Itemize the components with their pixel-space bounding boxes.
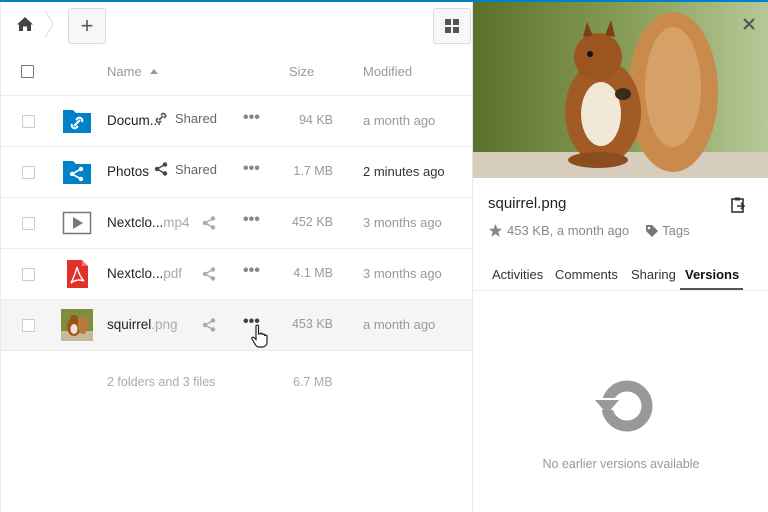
grid-view-icon: [445, 19, 459, 33]
share-label: Shared: [175, 161, 217, 177]
more-actions-button[interactable]: •••: [243, 263, 260, 279]
file-modified: 3 months ago: [363, 266, 442, 281]
table-row[interactable]: Nextclo...mp4 ••• 452 KB 3 months ago: [1, 198, 473, 249]
clipboard-icon[interactable]: [729, 196, 747, 214]
close-icon[interactable]: [739, 14, 759, 34]
select-all-checkbox[interactable]: [21, 65, 34, 78]
share-icon[interactable]: [201, 215, 217, 231]
more-actions-button[interactable]: •••: [243, 161, 260, 177]
column-header-modified[interactable]: Modified: [363, 64, 412, 79]
share-icon[interactable]: [201, 317, 217, 333]
file-modified: 2 minutes ago: [363, 164, 445, 179]
grid-view-button[interactable]: [433, 8, 471, 44]
image-thumbnail: [61, 309, 93, 341]
file-modified: 3 months ago: [363, 215, 442, 230]
file-size: 4.1 MB: [293, 266, 333, 280]
more-actions-button[interactable]: •••: [243, 110, 260, 126]
details-sidebar: squirrel.png 453 KB, a month ago Tags Ac…: [472, 2, 768, 512]
empty-versions-message: No earlier versions available: [542, 457, 700, 471]
table-row[interactable]: Photos Shared ••• 1.7 MB 2 minutes ago: [1, 147, 473, 198]
home-icon[interactable]: [16, 15, 34, 33]
new-file-button[interactable]: +: [68, 8, 106, 44]
file-meta: 453 KB, a month ago Tags: [488, 223, 690, 238]
link-icon: [155, 112, 167, 124]
star-icon[interactable]: [488, 223, 503, 238]
column-header-size[interactable]: Size: [289, 64, 314, 79]
file-list-panel: + Name Size Modified Docum... Shared •••…: [0, 2, 473, 512]
tab-versions[interactable]: Versions: [685, 267, 739, 282]
tag-icon: [646, 224, 659, 237]
more-actions-button[interactable]: •••: [243, 212, 260, 228]
tab-comments[interactable]: Comments: [555, 267, 618, 282]
pdf-file-icon: [67, 260, 88, 288]
folder-shared-icon: [63, 161, 91, 184]
file-name[interactable]: squirrel.png: [107, 317, 178, 332]
table-row[interactable]: Nextclo...pdf ••• 4.1 MB 3 months ago: [1, 249, 473, 300]
file-size: 452 KB: [291, 215, 333, 229]
history-icon: [595, 380, 653, 432]
sort-ascending-icon: [149, 69, 158, 74]
file-size: 1.7 MB: [293, 164, 333, 178]
breadcrumb-separator-icon: [44, 9, 54, 39]
share-status[interactable]: Shared: [153, 161, 217, 177]
tags-button[interactable]: Tags: [645, 223, 690, 238]
row-checkbox[interactable]: [22, 319, 35, 332]
tab-sharing[interactable]: Sharing: [631, 267, 676, 282]
file-name[interactable]: Photos: [107, 164, 149, 179]
file-list-header: Name Size Modified: [1, 46, 473, 96]
file-modified: a month ago: [363, 113, 436, 128]
sidebar-file-name: squirrel.png: [488, 195, 567, 212]
column-header-name[interactable]: Name: [107, 64, 158, 79]
folder-link-icon: [63, 110, 91, 133]
row-checkbox[interactable]: [22, 217, 35, 230]
file-size: 94 KB: [298, 113, 333, 127]
share-status[interactable]: Shared: [153, 110, 217, 126]
row-checkbox[interactable]: [22, 268, 35, 281]
tabs-divider: [473, 290, 768, 291]
tags-label: Tags: [662, 223, 690, 238]
sidebar-tabs: Activities Comments Sharing Versions: [473, 264, 768, 292]
hand-cursor-icon: [251, 324, 268, 348]
table-row[interactable]: Docum... Shared ••• 94 KB a month ago: [1, 96, 473, 147]
row-checkbox[interactable]: [22, 115, 35, 128]
file-name[interactable]: Nextclo...mp4: [107, 215, 190, 230]
image-preview: [473, 2, 768, 178]
share-icon[interactable]: [201, 266, 217, 282]
breadcrumb: +: [1, 2, 473, 46]
total-size: 6.7 MB: [293, 375, 333, 389]
share-icon: [154, 162, 168, 176]
file-name[interactable]: Nextclo...pdf: [107, 266, 182, 281]
video-file-icon: [62, 211, 92, 235]
row-checkbox[interactable]: [22, 166, 35, 179]
file-size: 453 KB: [291, 317, 333, 331]
share-label: Shared: [175, 110, 217, 126]
table-row[interactable]: squirrel.png ••• 453 KB a month ago: [1, 300, 473, 351]
tab-activities[interactable]: Activities: [492, 267, 543, 282]
file-meta-text: 453 KB, a month ago: [507, 223, 630, 238]
file-modified: a month ago: [363, 317, 436, 332]
file-count-summary: 2 folders and 3 files: [107, 375, 216, 389]
